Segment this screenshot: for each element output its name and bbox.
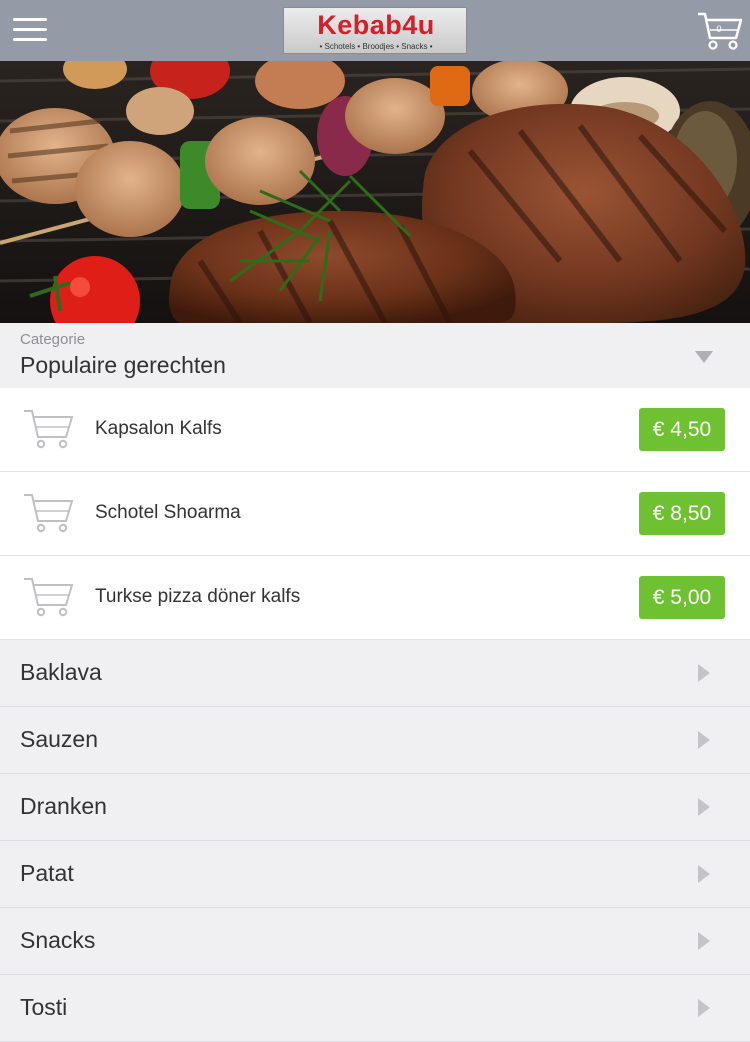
category-list: Baklava Sauzen Dranken Patat Snacks Tost… [0,640,750,1042]
category-label: Patat [20,860,74,886]
chevron-right-icon [698,731,710,749]
hamburger-menu-icon[interactable] [13,16,49,44]
category-label: Tosti [20,994,68,1020]
category-caption: Categorie [20,331,86,348]
menu-item-row[interactable]: Schotel Shoarma € 8,50 [0,472,750,556]
category-row-tosti[interactable]: Tosti [0,975,750,1042]
logo-title: Kebab4u [317,10,435,40]
category-selector[interactable]: Categorie Populaire gerechten [0,323,750,388]
dropdown-triangle-icon [695,351,713,363]
category-row-sauzen[interactable]: Sauzen [0,707,750,774]
category-label: Snacks [20,927,96,953]
cart-count: 0 [716,24,722,34]
category-row-patat[interactable]: Patat [0,841,750,908]
category-label: Baklava [20,659,102,685]
category-label: Dranken [20,793,107,819]
chevron-right-icon [698,664,710,682]
shopping-cart-icon[interactable]: 0 [696,10,744,52]
kebab4u-logo[interactable]: Kebab4u • Schotels • Broodjes • Snacks • [283,7,467,54]
cart-icon [24,578,74,617]
category-row-dranken[interactable]: Dranken [0,774,750,841]
item-name: Kapsalon Kalfs [95,418,222,439]
price-button[interactable]: € 5,00 [639,576,725,619]
cart-icon [24,410,74,449]
chevron-right-icon [698,932,710,950]
cart-icon [24,494,74,533]
price-button[interactable]: € 4,50 [639,408,725,451]
hero-image [0,61,750,323]
chevron-right-icon [698,999,710,1017]
item-name: Schotel Shoarma [95,502,241,523]
item-name: Turkse pizza döner kalfs [95,586,301,607]
logo-subtitle: • Schotels • Broodjes • Snacks • [319,42,433,51]
price-button[interactable]: € 8,50 [639,492,725,535]
chevron-right-icon [698,865,710,883]
category-row-baklava[interactable]: Baklava [0,640,750,707]
menu-item-row[interactable]: Kapsalon Kalfs € 4,50 [0,388,750,472]
chevron-right-icon [698,798,710,816]
menu-item-row[interactable]: Turkse pizza döner kalfs € 5,00 [0,556,750,640]
category-label: Sauzen [20,726,99,752]
category-selected-title: Populaire gerechten [20,352,226,378]
category-row-snacks[interactable]: Snacks [0,908,750,975]
top-bar: Kebab4u • Schotels • Broodjes • Snacks •… [0,0,750,61]
popular-items-list: Kapsalon Kalfs € 4,50 Schotel Shoarma € … [0,388,750,640]
